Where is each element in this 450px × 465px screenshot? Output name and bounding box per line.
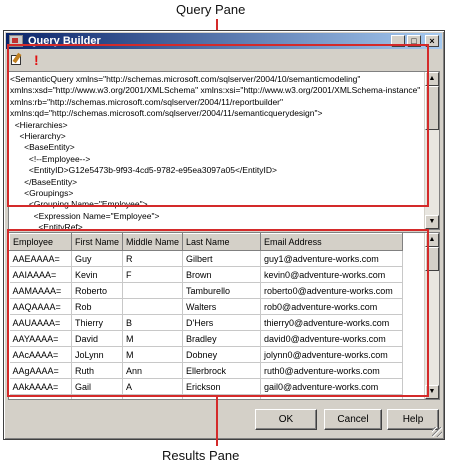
query-pane-highlight (7, 44, 429, 207)
ok-button[interactable]: OK (255, 409, 317, 430)
figure-canvas: Query Pane Query Builder _ □ × ! <Semant… (0, 0, 450, 465)
resize-grip-icon[interactable] (432, 427, 442, 437)
query-pane-callout: Query Pane (176, 2, 246, 17)
cancel-button[interactable]: Cancel (324, 409, 382, 430)
query-line: <Expression Name="Employee"> (10, 210, 160, 221)
results-pane-callout: Results Pane (162, 448, 240, 463)
results-pane-pointer (216, 396, 218, 446)
scroll-down-arrow-icon[interactable]: ▼ (425, 215, 439, 229)
results-pane-highlight (7, 229, 429, 397)
